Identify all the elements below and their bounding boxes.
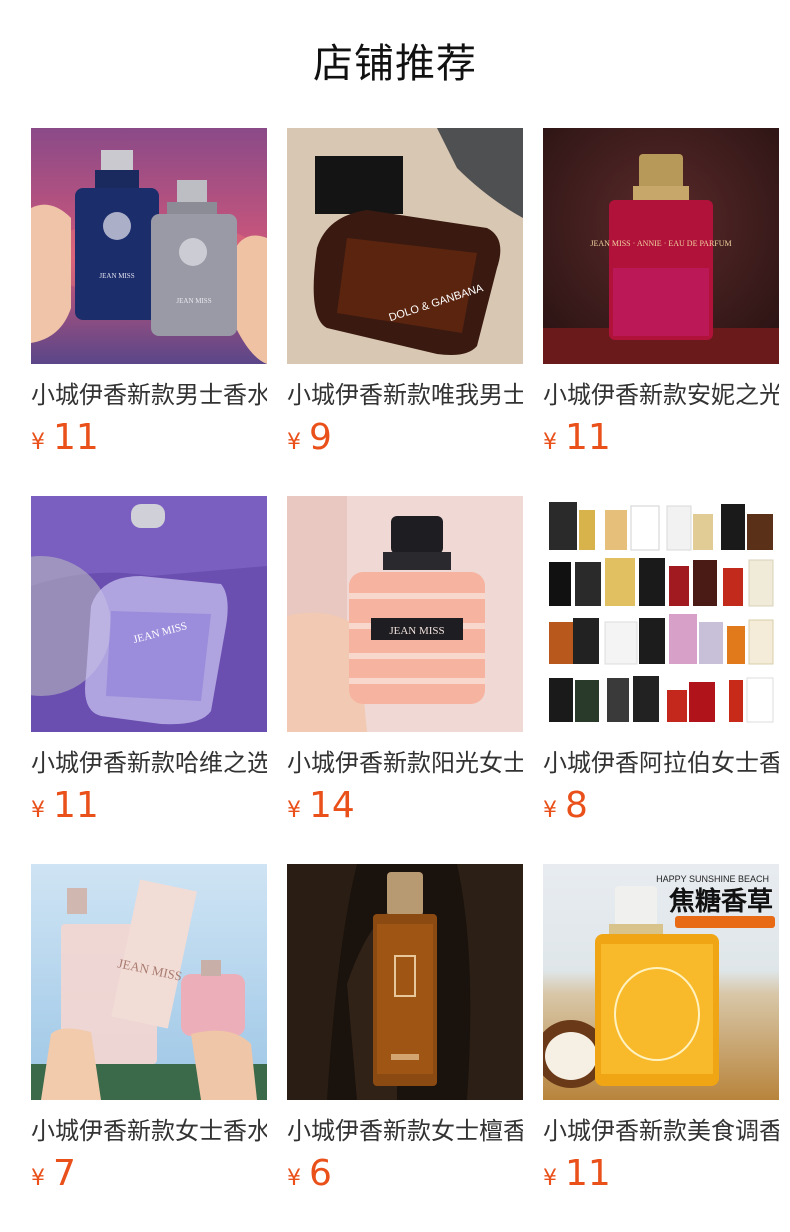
product-price: ¥8 (543, 784, 779, 834)
product-price: ¥11 (31, 784, 267, 834)
price-value: 14 (309, 785, 355, 826)
product-price: ¥11 (31, 416, 267, 466)
product-image[interactable]: JEAN MISS (287, 496, 523, 732)
product-price: ¥7 (31, 1152, 267, 1202)
product-image[interactable]: JEAN MISS (31, 864, 267, 1100)
product-image[interactable]: JEAN MISS JEAN MISS (31, 128, 267, 364)
svg-text:JEAN MISS · ANNIE · EAU DE PAR: JEAN MISS · ANNIE · EAU DE PARFUM (590, 239, 731, 248)
product-card[interactable]: 小城伊香新款女士檀香 ¥6 (287, 864, 523, 1232)
product-name[interactable]: 小城伊香新款哈维之选 (31, 746, 267, 780)
product-name[interactable]: 小城伊香新款女士檀香 (287, 1114, 523, 1148)
product-image[interactable]: DOLO & GANBANA (287, 128, 523, 364)
svg-text:JEAN MISS: JEAN MISS (389, 625, 444, 637)
product-image[interactable]: JEAN MISS · ANNIE · EAU DE PARFUM (543, 128, 779, 364)
svg-text:JEAN MISS: JEAN MISS (99, 272, 134, 280)
product-card[interactable]: JEAN MISS 小城伊香新款阳光女士 ¥14 (287, 496, 523, 864)
product-price: ¥6 (287, 1152, 523, 1202)
price-value: 11 (565, 417, 611, 458)
price-value: 9 (309, 417, 332, 458)
product-price: ¥11 (543, 1152, 779, 1202)
price-value: 11 (53, 417, 99, 458)
currency-symbol: ¥ (287, 798, 301, 823)
product-grid: JEAN MISS JEAN MISS 小城伊香新款男士香水 ¥11 DOLO … (31, 128, 779, 1232)
currency-symbol: ¥ (31, 798, 45, 823)
product-price: ¥11 (543, 416, 779, 466)
product-card[interactable]: JEAN MISS JEAN MISS 小城伊香新款男士香水 ¥11 (31, 128, 267, 496)
product-name[interactable]: 小城伊香新款男士香水 (31, 378, 267, 412)
svg-text:JEAN MISS: JEAN MISS (176, 297, 211, 305)
price-value: 11 (53, 785, 99, 826)
product-image[interactable]: HAPPY SUNSHINE BEACH 焦糖香草 (543, 864, 779, 1100)
price-value: 11 (565, 1153, 611, 1194)
currency-symbol: ¥ (31, 430, 45, 455)
currency-symbol: ¥ (31, 1166, 45, 1191)
product-name[interactable]: 小城伊香新款唯我男士 (287, 378, 523, 412)
price-value: 6 (309, 1153, 332, 1194)
product-card[interactable]: JEAN MISS 小城伊香新款女士香水 ¥7 (31, 864, 267, 1232)
price-value: 7 (53, 1153, 76, 1194)
svg-text:HAPPY SUNSHINE BEACH: HAPPY SUNSHINE BEACH (656, 874, 769, 884)
product-card[interactable]: DOLO & GANBANA 小城伊香新款唯我男士 ¥9 (287, 128, 523, 496)
currency-symbol: ¥ (543, 798, 557, 823)
svg-text:焦糖香草: 焦糖香草 (669, 886, 773, 917)
currency-symbol: ¥ (287, 1166, 301, 1191)
page-title: 店铺推荐 (313, 41, 477, 87)
product-name[interactable]: 小城伊香新款安妮之光 (543, 378, 779, 412)
product-card[interactable]: 小城伊香阿拉伯女士香 ¥8 (543, 496, 779, 864)
product-image[interactable] (287, 864, 523, 1100)
product-card[interactable]: HAPPY SUNSHINE BEACH 焦糖香草 小城伊香新款美食调香 ¥11 (543, 864, 779, 1232)
currency-symbol: ¥ (287, 430, 301, 455)
product-image[interactable] (543, 496, 779, 732)
recommend-page: 店铺推荐 JEAN MISS JEAN MISS 小城伊香新款男士香水 ¥ 11… (0, 0, 790, 1232)
product-name[interactable]: 小城伊香阿拉伯女士香 (543, 746, 779, 780)
product-card[interactable]: JEAN MISS 小城伊香新款哈维之选 ¥11 (31, 496, 267, 864)
product-image[interactable]: JEAN MISS (31, 496, 267, 732)
product-price: ¥14 (287, 784, 523, 834)
product-name[interactable]: 小城伊香新款阳光女士 (287, 746, 523, 780)
product-name[interactable]: 小城伊香新款女士香水 (31, 1114, 267, 1148)
currency-symbol: ¥ (543, 430, 557, 455)
product-price: ¥9 (287, 416, 523, 466)
product-card[interactable]: JEAN MISS · ANNIE · EAU DE PARFUM 小城伊香新款… (543, 128, 779, 496)
product-name[interactable]: 小城伊香新款美食调香 (543, 1114, 779, 1148)
currency-symbol: ¥ (543, 1166, 557, 1191)
price-value: 8 (565, 785, 588, 826)
